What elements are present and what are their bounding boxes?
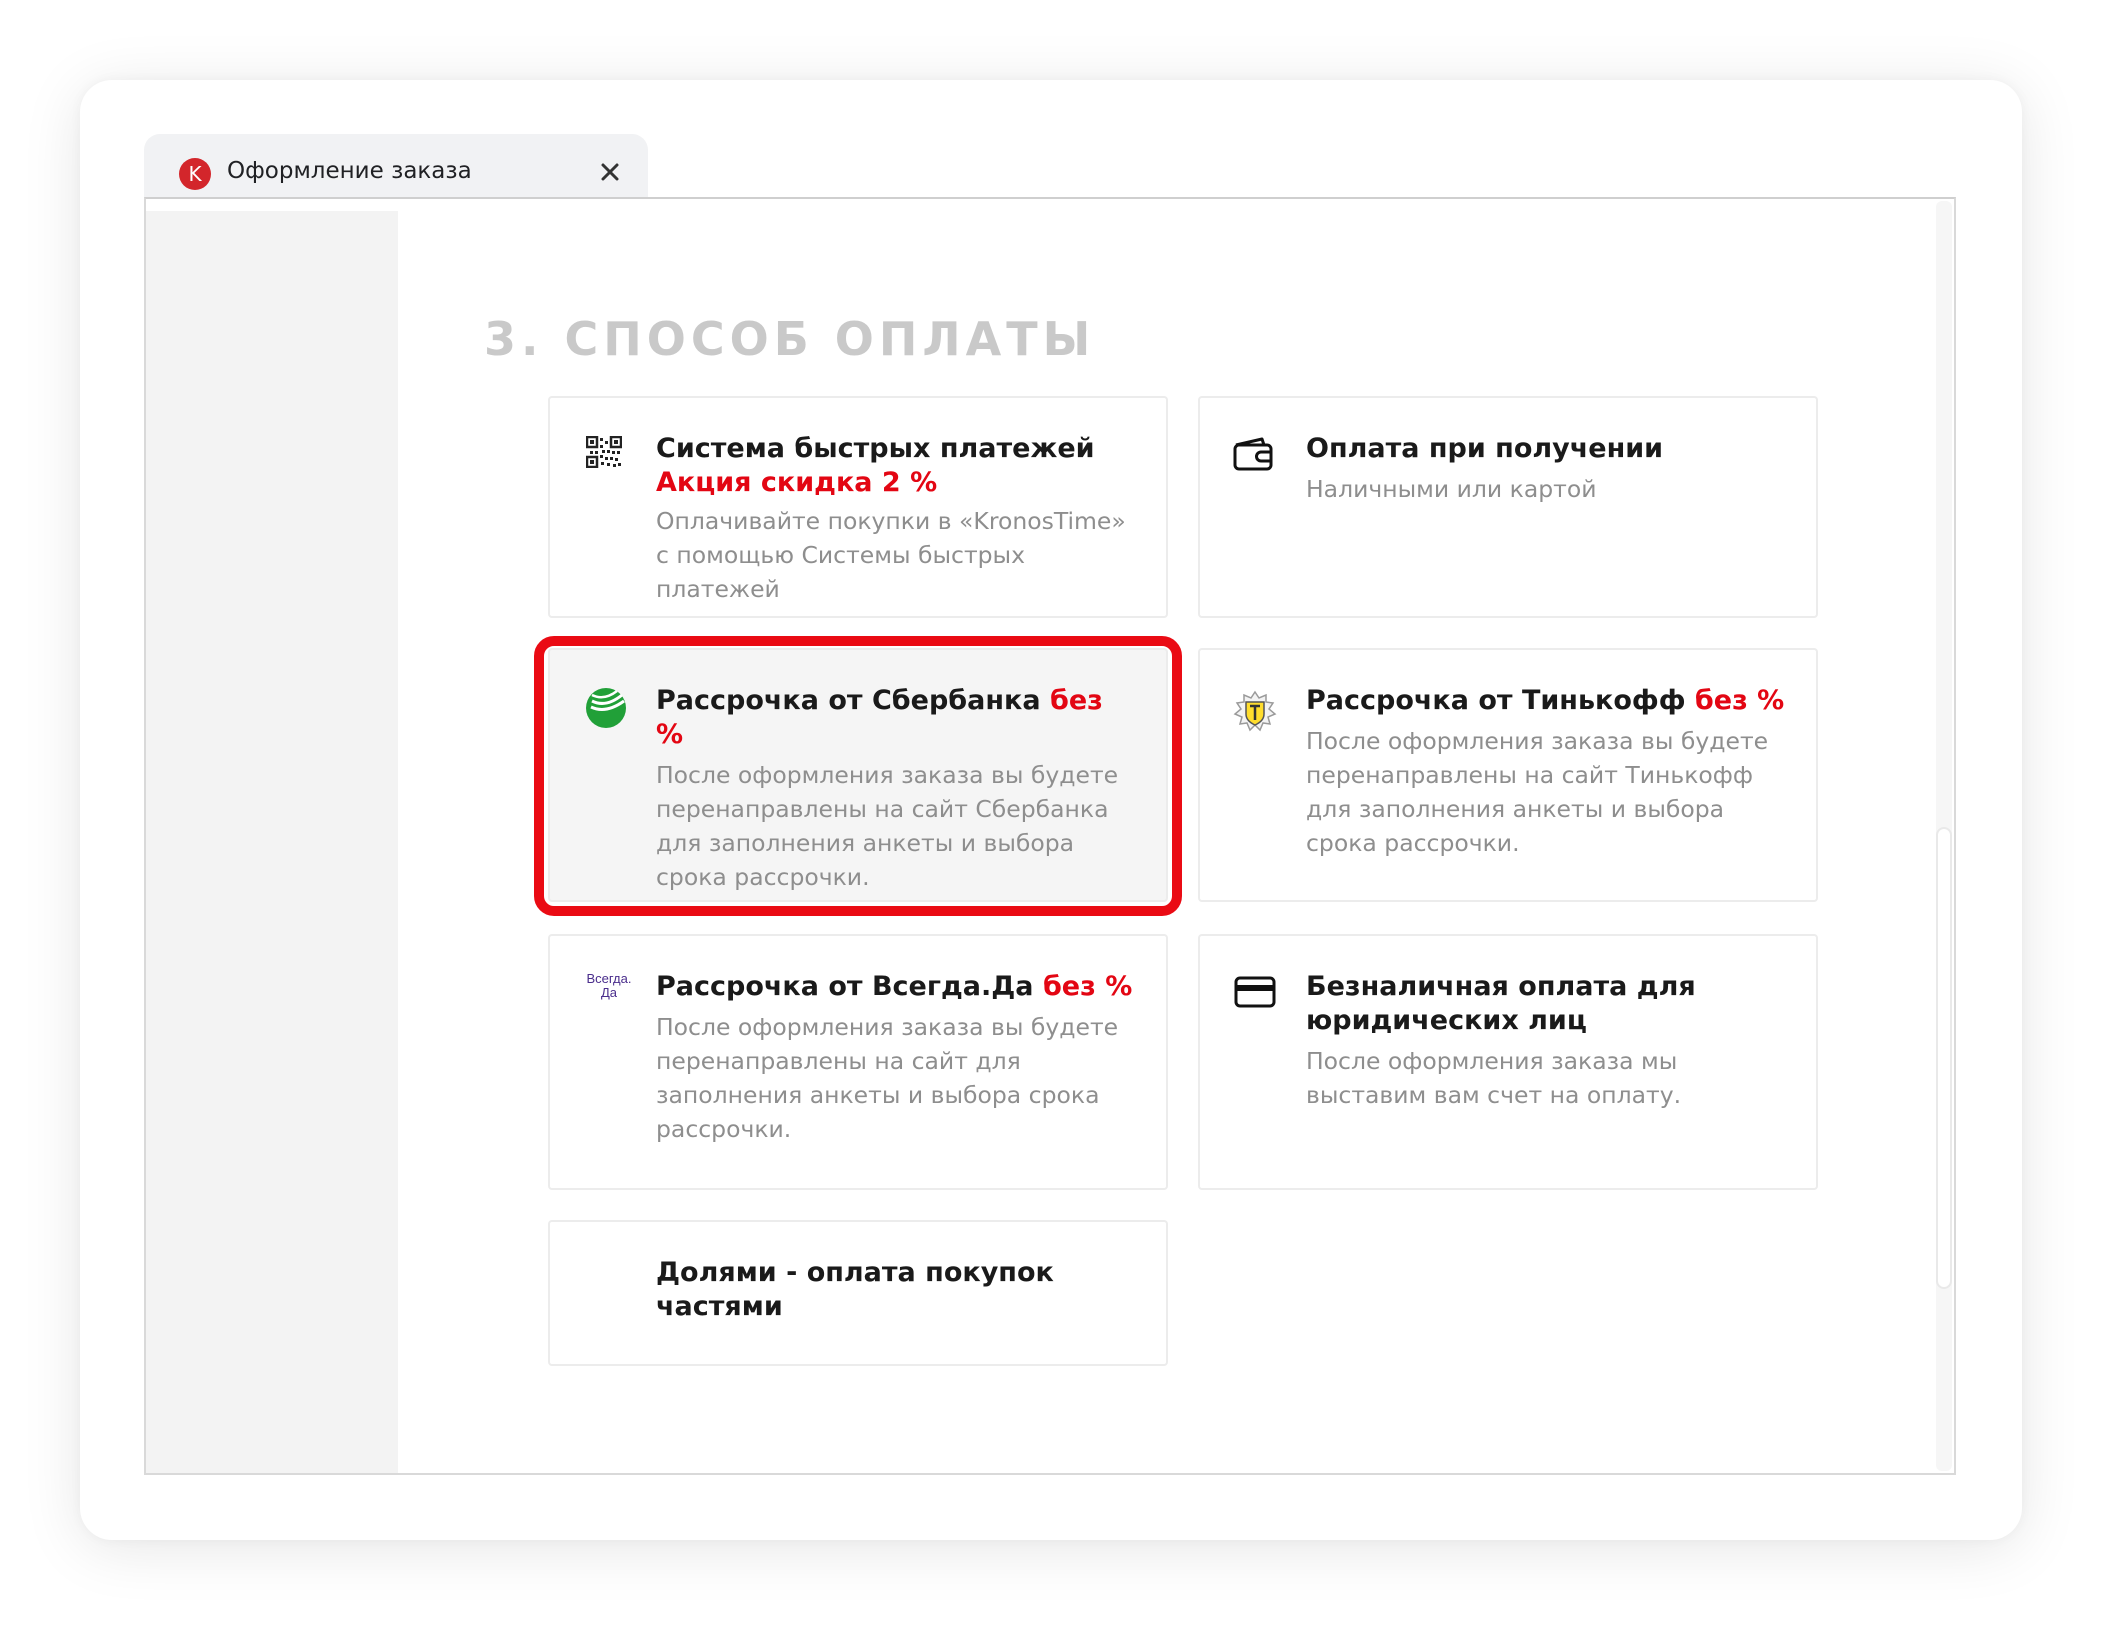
option-description: Оплачивайте покупки в «KronosTime» с пом… — [656, 507, 1126, 603]
option-title: Рассрочка от Тинькофф без % — [1306, 685, 1785, 716]
no-interest-label: без % — [1694, 685, 1785, 716]
close-icon — [601, 163, 619, 181]
option-content: Безналичная оплата для юридических лиц П… — [1306, 970, 1786, 1112]
option-title: Безналичная оплата для юридических лиц — [1306, 971, 1696, 1036]
wallet-icon — [1232, 436, 1276, 480]
vsegda-da-logo-icon: Всегда. Да — [586, 971, 632, 1000]
option-title: Рассрочка от Сбербанка без % — [656, 685, 1103, 750]
section-title: 3. СПОСОБ ОПЛАТЫ — [484, 312, 1096, 366]
credit-card-icon — [1234, 976, 1278, 1020]
payment-option-sberbank-installment[interactable]: Рассрочка от Сбербанка без % После оформ… — [548, 648, 1168, 902]
option-content: Рассрочка от Всегда.Да без % После оформ… — [656, 970, 1136, 1146]
option-title: Оплата при получении — [1306, 433, 1664, 464]
tinkoff-logo-icon — [1232, 690, 1277, 734]
option-content: Оплата при получении Наличными или карто… — [1306, 432, 1786, 506]
payment-option-tinkoff-installment[interactable]: Рассрочка от Тинькофф без % После оформл… — [1198, 648, 1818, 902]
tab-close-button[interactable] — [590, 152, 630, 192]
payment-option-vsegda-da-installment[interactable]: Всегда. Да Рассрочка от Всегда.Да без % … — [548, 934, 1168, 1190]
scrollbar-thumb[interactable] — [1936, 827, 1952, 1289]
option-title: Рассрочка от Всегда.Да без % — [656, 971, 1133, 1002]
option-content: Долями - оплата покупок частями — [656, 1256, 1136, 1324]
kronostime-favicon-icon: K — [179, 158, 211, 190]
tab-title: Оформление заказа — [227, 158, 472, 184]
option-description: После оформления заказа вы будете перена… — [1306, 727, 1769, 857]
option-description: Наличными или картой — [1306, 475, 1597, 503]
option-description: После оформления заказа вы будете перена… — [656, 761, 1119, 891]
payment-option-dolyami[interactable]: Долями - оплата покупок частями — [548, 1220, 1168, 1366]
no-interest-label: без % — [1042, 971, 1133, 1002]
option-content: Система быстрых платежей Акция скидка 2 … — [656, 432, 1136, 606]
payment-option-sbp[interactable]: Система быстрых платежей Акция скидка 2 … — [548, 396, 1168, 618]
payment-option-corporate-cashless[interactable]: Безналичная оплата для юридических лиц П… — [1198, 934, 1818, 1190]
option-content: Рассрочка от Сбербанка без % После оформ… — [656, 684, 1136, 894]
option-title: Долями - оплата покупок частями — [656, 1257, 1054, 1322]
sberbank-logo-icon — [584, 686, 628, 730]
qr-code-icon — [585, 435, 630, 480]
option-content: Рассрочка от Тинькофф без % После оформл… — [1306, 684, 1786, 860]
option-title: Система быстрых платежей — [656, 433, 1095, 464]
promo-text: Акция скидка 2 % — [656, 467, 938, 498]
left-panel — [146, 211, 398, 1473]
payment-option-cash-on-delivery[interactable]: Оплата при получении Наличными или карто… — [1198, 396, 1818, 618]
option-description: После оформления заказа вы будете перена… — [656, 1013, 1119, 1143]
option-description: После оформления заказа мы выставим вам … — [1306, 1047, 1682, 1109]
